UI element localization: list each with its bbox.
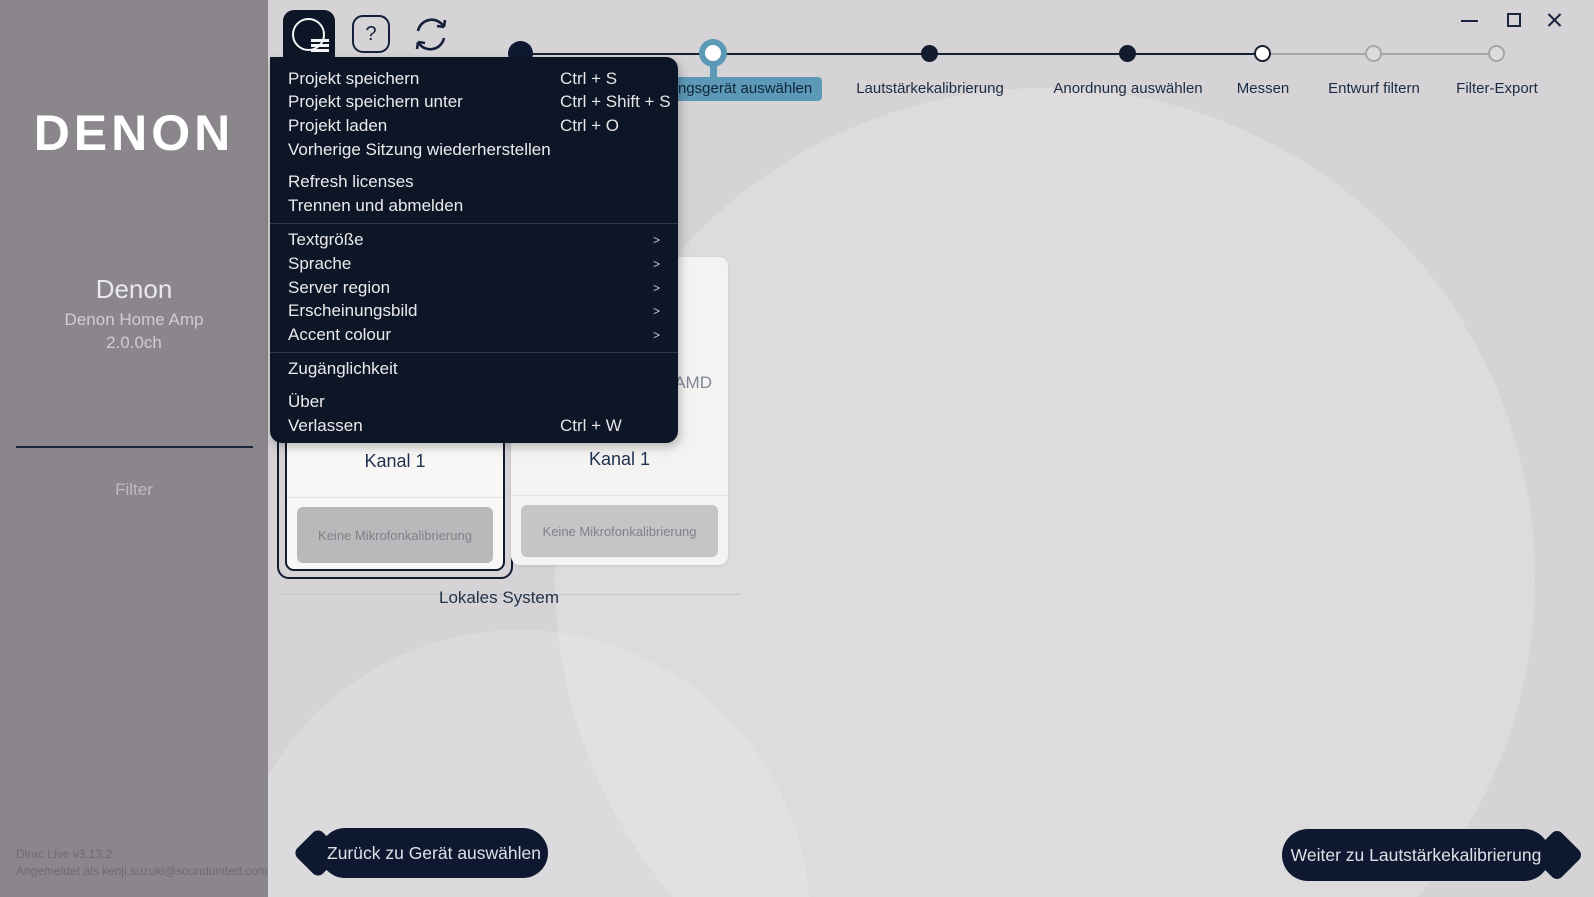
channel-label: Kanal 1 bbox=[511, 449, 728, 470]
step-label-select-arrangement[interactable]: Anordnung auswählen bbox=[1053, 80, 1202, 97]
step-label-volume-calibration[interactable]: Lautstärkekalibrierung bbox=[856, 80, 1004, 97]
stepper-line-active bbox=[520, 53, 1263, 55]
step-dot-select-arrangement[interactable] bbox=[1119, 45, 1136, 62]
step-label-measure[interactable]: Messen bbox=[1237, 80, 1290, 97]
card-divider bbox=[287, 497, 503, 498]
local-system-label: Lokales System bbox=[439, 588, 559, 608]
submenu-arrow-icon: > bbox=[653, 233, 660, 247]
step-dot-measure[interactable] bbox=[1254, 45, 1271, 62]
main-menu-dropdown: Projekt speichern Ctrl + S Projekt speic… bbox=[270, 57, 678, 443]
menu-item-about[interactable]: Über bbox=[270, 390, 678, 414]
menu-separator bbox=[270, 352, 678, 353]
signed-in-as: Angemeldet als kenji.suzuki@soundunited.… bbox=[16, 863, 268, 880]
submenu-arrow-icon: > bbox=[653, 328, 660, 342]
mic-calibration-button[interactable]: Keine Mikrofonkalibrierung bbox=[297, 507, 493, 563]
maximize-icon bbox=[1507, 13, 1521, 27]
step-label-filter-export: Filter-Export bbox=[1456, 80, 1538, 97]
menu-item-accessibility[interactable]: Zugänglichkeit bbox=[270, 358, 678, 382]
app-version: Dirac Live v3.13.2 bbox=[16, 846, 268, 863]
denon-logo: DENON bbox=[0, 104, 268, 162]
app-window: DENON Denon Denon Home Amp 2.0.0ch Filte… bbox=[0, 0, 1594, 897]
shortcut-label: Ctrl + Shift + S bbox=[560, 92, 671, 112]
menu-item-save-project[interactable]: Projekt speichern Ctrl + S bbox=[270, 67, 678, 91]
minimize-button[interactable] bbox=[1460, 10, 1480, 30]
menu-item-disconnect-signout[interactable]: Trennen und abmelden bbox=[270, 194, 678, 218]
close-button[interactable] bbox=[1544, 10, 1564, 30]
step-marker-current-inner bbox=[705, 45, 721, 61]
menu-item-restore-session[interactable]: Vorherige Sitzung wiederherstellen bbox=[270, 138, 678, 162]
hamburger-icon bbox=[292, 18, 325, 51]
submenu-arrow-icon: > bbox=[653, 281, 660, 295]
shortcut-label: Ctrl + O bbox=[560, 116, 619, 136]
refresh-icon bbox=[410, 13, 452, 55]
device-subtitle: Denon Home Amp bbox=[0, 310, 268, 330]
filter-section-label: Filter bbox=[0, 480, 268, 500]
sidebar-footer: Dirac Live v3.13.2 Angemeldet als kenji.… bbox=[16, 846, 268, 880]
sidebar-divider bbox=[16, 446, 253, 448]
hamburger-menu-button[interactable] bbox=[283, 10, 335, 58]
step-dot-filter-design bbox=[1365, 45, 1382, 62]
submenu-arrow-icon: > bbox=[653, 257, 660, 271]
menu-item-language[interactable]: Sprache > bbox=[270, 252, 678, 276]
mic-calibration-button[interactable]: Keine Mikrofonkalibrierung bbox=[521, 505, 718, 557]
sidebar: DENON Denon Denon Home Amp 2.0.0ch Filte… bbox=[0, 0, 268, 897]
shortcut-label: Ctrl + W bbox=[560, 416, 622, 436]
menu-item-refresh-licenses[interactable]: Refresh licenses bbox=[270, 170, 678, 194]
help-button[interactable]: ? bbox=[352, 15, 390, 53]
minimize-icon bbox=[1461, 20, 1478, 22]
menu-item-server-region[interactable]: Server region > bbox=[270, 276, 678, 300]
card-divider bbox=[511, 495, 728, 496]
menu-item-load-project[interactable]: Projekt laden Ctrl + O bbox=[270, 114, 678, 138]
menu-item-text-size[interactable]: Textgröße > bbox=[270, 229, 678, 253]
menu-item-appearance[interactable]: Erscheinungsbild > bbox=[270, 299, 678, 323]
step-label-filter-design: Entwurf filtern bbox=[1328, 80, 1420, 97]
menu-gap bbox=[270, 381, 678, 390]
next-button[interactable]: Weiter zu Lautstärkekalibrierung bbox=[1282, 829, 1550, 881]
refresh-button[interactable] bbox=[410, 13, 452, 55]
step-dot-volume-calibration[interactable] bbox=[921, 45, 938, 62]
device-channels: 2.0.0ch bbox=[0, 333, 268, 353]
back-button[interactable]: Zurück zu Gerät auswählen bbox=[320, 828, 548, 878]
menu-gap bbox=[270, 161, 678, 170]
channel-label: Kanal 1 bbox=[287, 451, 503, 472]
menu-separator bbox=[270, 223, 678, 224]
step-dot-filter-export bbox=[1488, 45, 1505, 62]
submenu-arrow-icon: > bbox=[653, 304, 660, 318]
maximize-button[interactable] bbox=[1504, 10, 1524, 30]
menu-item-accent-colour[interactable]: Accent colour > bbox=[270, 323, 678, 347]
device-name-tail: AMD bbox=[674, 373, 712, 393]
menu-item-quit[interactable]: Verlassen Ctrl + W bbox=[270, 414, 678, 438]
shortcut-label: Ctrl + S bbox=[560, 69, 617, 89]
menu-item-save-project-as[interactable]: Projekt speichern unter Ctrl + Shift + S bbox=[270, 91, 678, 115]
device-title: Denon bbox=[0, 274, 268, 305]
